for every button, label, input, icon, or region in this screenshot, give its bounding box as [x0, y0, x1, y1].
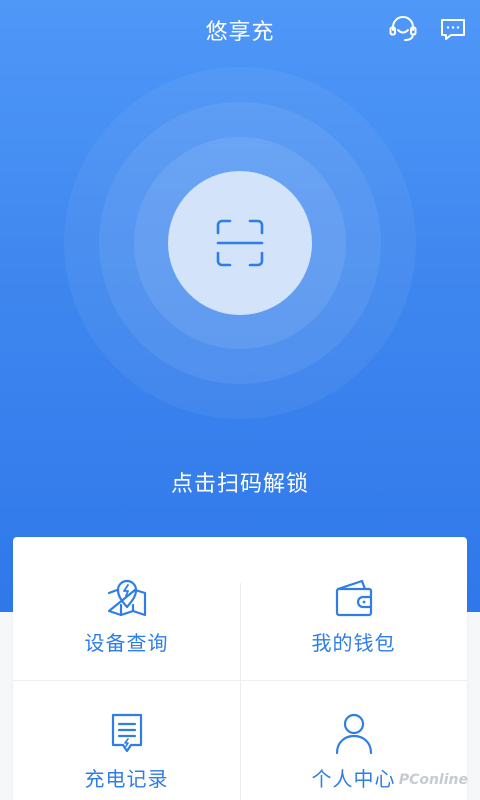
- menu-card: 设备查询 我的钱包 充电记录 个人中心: [13, 537, 467, 800]
- person-icon: [335, 713, 372, 755]
- scan-button[interactable]: [168, 171, 312, 315]
- menu-item-label: 我的钱包: [311, 631, 396, 655]
- map-pin-icon: [107, 579, 146, 617]
- message-icon[interactable]: [436, 12, 470, 46]
- menu-item-label: 设备查询: [84, 631, 169, 655]
- customer-service-icon[interactable]: [386, 12, 420, 46]
- scan-icon: [216, 219, 264, 267]
- hero-panel: 悠享充 点击扫码解锁: [0, 0, 480, 612]
- menu-item-device-query[interactable]: 设备查询: [13, 537, 240, 681]
- watermark-text: PConline: [398, 772, 468, 788]
- record-icon: [111, 713, 142, 753]
- scan-unlock-label[interactable]: 点击扫码解锁: [0, 466, 480, 498]
- menu-item-label: 充电记录: [84, 767, 169, 791]
- menu-item-wallet[interactable]: 我的钱包: [240, 537, 467, 681]
- menu-item-charge-records[interactable]: 充电记录: [13, 681, 240, 800]
- wallet-icon: [335, 579, 372, 617]
